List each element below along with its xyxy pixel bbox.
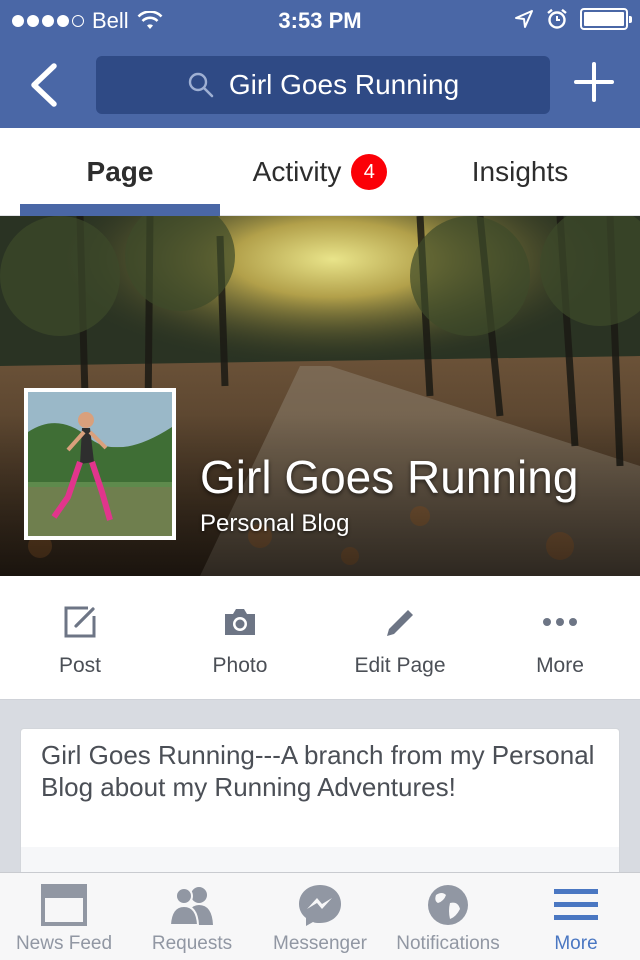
edit-page-label: Edit Page bbox=[354, 654, 446, 677]
news-feed-icon bbox=[41, 884, 87, 926]
compose-icon bbox=[64, 606, 96, 638]
page-title: Girl Goes Running bbox=[200, 451, 579, 503]
tab-news-feed[interactable]: News Feed bbox=[0, 873, 128, 960]
page-tabs: Page Activity 4 Insights bbox=[0, 128, 640, 216]
pencil-icon bbox=[387, 610, 413, 636]
status-bar: Bell 3:53 PM bbox=[0, 0, 640, 40]
page-category: Personal Blog bbox=[200, 510, 350, 537]
tab-notifications[interactable]: Notifications bbox=[384, 873, 512, 960]
about-card: Girl Goes Running---A branch from my Per… bbox=[20, 728, 620, 888]
active-tab-indicator bbox=[20, 204, 220, 216]
hamburger-menu-icon bbox=[554, 889, 598, 920]
more-dots-icon bbox=[543, 618, 577, 626]
globe-icon bbox=[428, 885, 468, 925]
friend-requests-icon bbox=[168, 887, 213, 926]
alarm-icon bbox=[547, 8, 567, 29]
edit-page-button[interactable]: Edit Page bbox=[320, 576, 480, 700]
tab-insights[interactable]: Insights bbox=[420, 128, 620, 216]
more-actions-label: More bbox=[536, 654, 584, 677]
camera-icon bbox=[225, 609, 255, 635]
search-icon bbox=[188, 72, 214, 98]
tab-requests[interactable]: Requests bbox=[128, 873, 256, 960]
search-text: Girl Goes Running bbox=[228, 69, 460, 100]
page-description: Girl Goes Running---A branch from my Per… bbox=[41, 740, 595, 802]
photo-label: Photo bbox=[212, 654, 268, 677]
requests-label: Requests bbox=[151, 933, 233, 954]
search-field[interactable]: Girl Goes Running bbox=[96, 56, 550, 114]
tab-insights-label: Insights bbox=[471, 156, 569, 187]
activity-badge: 4 bbox=[351, 154, 388, 190]
battery-icon bbox=[580, 8, 632, 30]
status-indicators bbox=[514, 8, 632, 30]
messenger-label: Messenger bbox=[273, 933, 367, 954]
messenger-icon bbox=[299, 885, 341, 926]
tab-more[interactable]: More bbox=[512, 873, 640, 960]
tab-activity-label: Activity bbox=[252, 156, 342, 187]
photo-button[interactable]: Photo bbox=[160, 576, 320, 700]
notifications-label: Notifications bbox=[396, 933, 500, 954]
post-label: Post bbox=[58, 654, 102, 677]
bottom-tab-bar: News Feed Requests Messenger Notificatio… bbox=[0, 872, 640, 960]
location-arrow-icon bbox=[515, 10, 533, 28]
page-actions: Post Photo Edit Page More bbox=[0, 576, 640, 700]
post-button[interactable]: Post bbox=[0, 576, 160, 700]
plus-icon[interactable] bbox=[574, 62, 614, 102]
tab-activity[interactable]: Activity 4 bbox=[220, 128, 420, 216]
tab-messenger[interactable]: Messenger bbox=[256, 873, 384, 960]
more-label: More bbox=[554, 933, 598, 954]
more-actions-button[interactable]: More bbox=[480, 576, 640, 700]
tab-page-label: Page bbox=[86, 156, 154, 187]
tab-page[interactable]: Page bbox=[20, 128, 220, 216]
back-chevron-icon[interactable] bbox=[22, 60, 66, 110]
profile-picture[interactable] bbox=[24, 388, 176, 540]
